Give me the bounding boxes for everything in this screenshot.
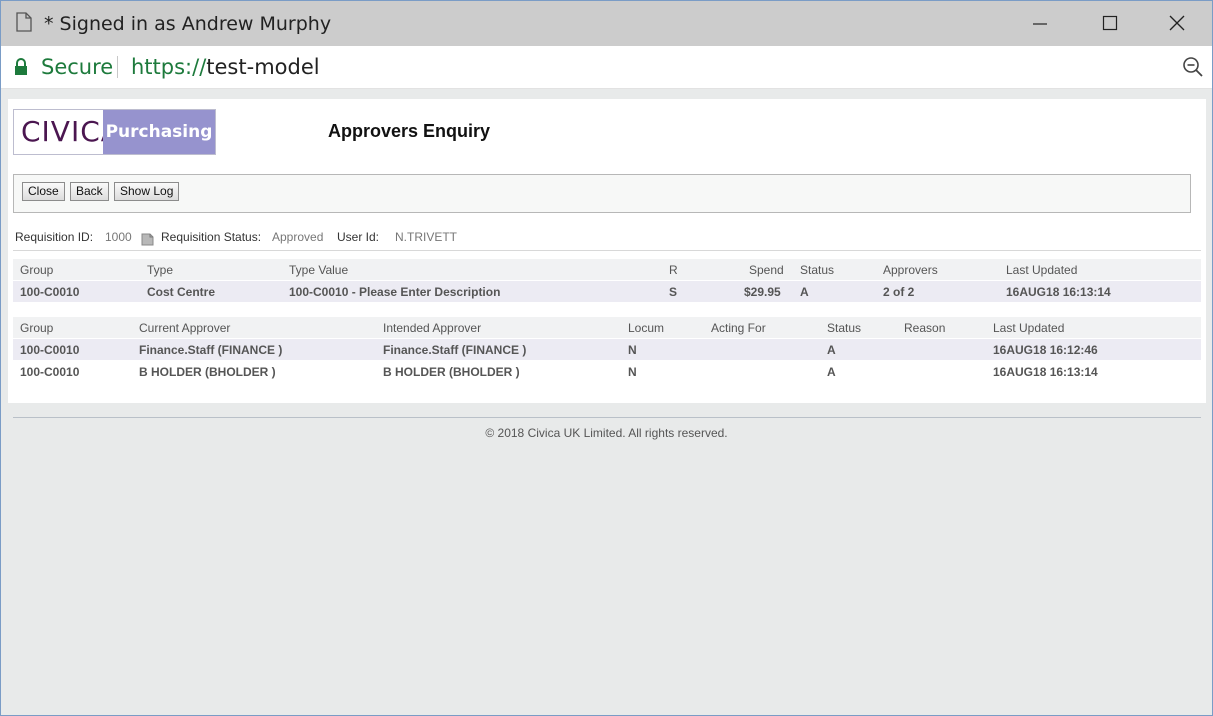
requisition-id-value: 1000 — [105, 230, 132, 244]
url-host: test-model — [206, 55, 320, 79]
col-last-updated: Last Updated — [1006, 263, 1078, 277]
approvers-table-header: Group Current Approver Intended Approver… — [13, 317, 1201, 338]
cell-last-updated: 16AUG18 16:12:46 — [993, 343, 1098, 357]
footer-divider — [13, 417, 1201, 418]
table-row[interactable]: 100-C0010 B HOLDER (BHOLDER ) B HOLDER (… — [13, 361, 1201, 382]
cell-spend: $29.95 — [744, 285, 781, 299]
title-bar: * Signed in as Andrew Murphy — [1, 1, 1212, 46]
minimize-button[interactable] — [1005, 1, 1075, 46]
col-last-updated: Last Updated — [993, 321, 1065, 335]
address-bar[interactable]: Secure https://test-model — [1, 46, 1212, 89]
col-group: Group — [20, 321, 54, 335]
summary-table-header: Group Type Type Value R Spend Status App… — [13, 259, 1201, 280]
cell-last-updated: 16AUG18 16:13:14 — [993, 365, 1098, 379]
col-acting-for: Acting For — [711, 321, 766, 335]
user-id-label: User Id: — [337, 230, 380, 244]
lock-icon — [14, 58, 28, 81]
main-panel: CIVICA Purchasing Approvers Enquiry Clos… — [8, 99, 1206, 403]
close-button[interactable]: Close — [22, 182, 65, 201]
document-icon — [16, 12, 32, 37]
col-reason: Reason — [904, 321, 946, 335]
cell-locum: N — [628, 343, 637, 357]
page-content: CIVICA Purchasing Approvers Enquiry Clos… — [1, 89, 1212, 715]
col-group: Group — [20, 263, 54, 277]
table-row[interactable]: 100-C0010 Finance.Staff (FINANCE ) Finan… — [13, 339, 1201, 360]
close-icon — [1169, 15, 1185, 31]
col-r: R — [669, 263, 678, 277]
address-separator — [117, 56, 118, 78]
col-spend: Spend — [749, 263, 784, 277]
url-text[interactable]: https://test-model — [131, 55, 320, 79]
divider — [13, 250, 1201, 251]
civica-logo: CIVICA Purchasing — [13, 109, 216, 155]
requisition-id-label: Requisition ID: — [15, 230, 94, 244]
minimize-icon — [1033, 23, 1047, 25]
col-type: Type — [147, 263, 174, 277]
user-id-value: N.TRIVETT — [395, 230, 457, 244]
window-title: * Signed in as Andrew Murphy — [44, 13, 332, 35]
cell-locum: N — [628, 365, 637, 379]
col-approvers: Approvers — [883, 263, 938, 277]
cell-status: A — [827, 365, 836, 379]
cell-intended-approver: B HOLDER (BHOLDER ) — [383, 365, 520, 379]
maximize-icon — [1102, 15, 1118, 31]
cell-intended-approver: Finance.Staff (FINANCE ) — [383, 343, 527, 357]
cell-current-approver: B HOLDER (BHOLDER ) — [139, 365, 276, 379]
cell-group: 100-C0010 — [20, 285, 80, 299]
show-log-button[interactable]: Show Log — [114, 182, 180, 201]
cell-r: S — [669, 285, 678, 299]
logo-product: Purchasing — [103, 110, 215, 154]
col-type-value: Type Value — [289, 263, 349, 277]
cell-status: A — [800, 285, 809, 299]
requisition-status-value: Approved — [272, 230, 324, 244]
col-status: Status — [827, 321, 862, 335]
col-current-approver: Current Approver — [139, 321, 231, 335]
requisition-status-label: Requisition Status: — [161, 230, 262, 244]
footer-copyright: © 2018 Civica UK Limited. All rights res… — [485, 426, 728, 440]
cell-type-value: 100-C0010 - Please Enter Description — [289, 285, 501, 299]
toolbar: Close Back Show Log — [13, 174, 1191, 213]
close-window-button[interactable] — [1142, 1, 1212, 46]
maximize-button[interactable] — [1075, 1, 1145, 46]
table-row[interactable]: 100-C0010 Cost Centre 100-C0010 - Please… — [13, 281, 1201, 302]
secure-label: Secure — [41, 55, 114, 79]
cell-last-updated: 16AUG18 16:13:14 — [1006, 285, 1111, 299]
requisition-document-icon[interactable] — [141, 232, 155, 249]
cell-status: A — [827, 343, 836, 357]
cell-current-approver: Finance.Staff (FINANCE ) — [139, 343, 283, 357]
zoom-icon[interactable] — [1182, 56, 1204, 83]
cell-group: 100-C0010 — [20, 365, 80, 379]
col-status: Status — [800, 263, 835, 277]
url-scheme: https:// — [131, 55, 207, 79]
col-locum: Locum — [628, 321, 665, 335]
page-title: Approvers Enquiry — [328, 121, 491, 141]
cell-group: 100-C0010 — [20, 343, 80, 357]
col-intended-approver: Intended Approver — [383, 321, 482, 335]
cell-approvers: 2 of 2 — [883, 285, 915, 299]
cell-type: Cost Centre — [147, 285, 216, 299]
browser-window: * Signed in as Andrew Murphy Secure http… — [0, 0, 1213, 716]
back-button[interactable]: Back — [70, 182, 109, 201]
